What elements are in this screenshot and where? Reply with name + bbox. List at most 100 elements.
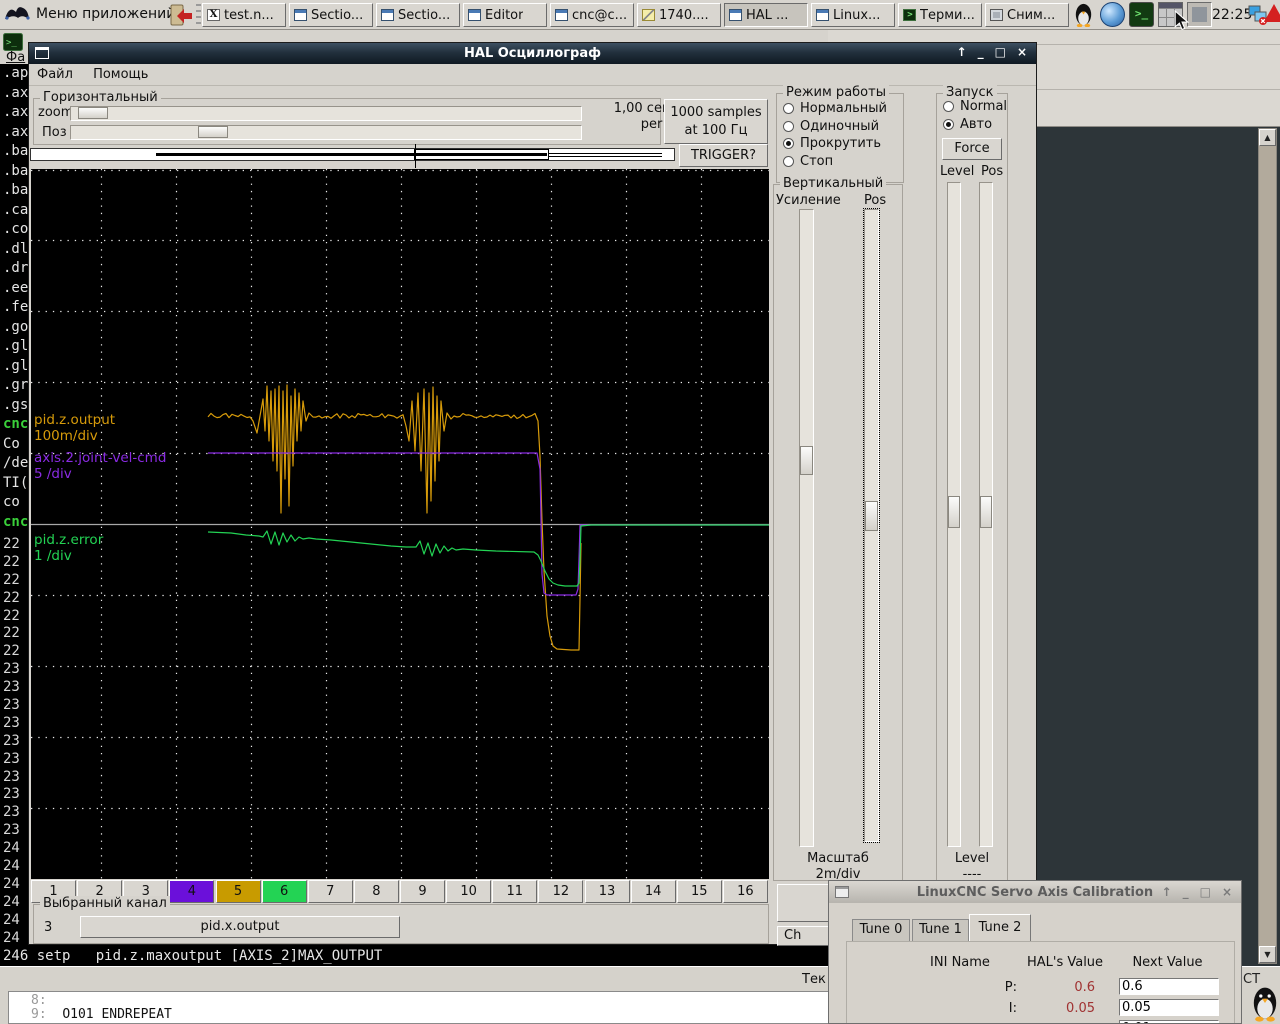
- channel-button-5[interactable]: 5: [215, 880, 261, 903]
- taskbar-window-button[interactable]: Сним...: [985, 3, 1069, 27]
- terminal-line-number: 23: [3, 750, 20, 767]
- close-icon[interactable]: ×: [1017, 45, 1027, 59]
- trigger-level-slider[interactable]: [947, 182, 961, 847]
- channel-button-13[interactable]: 13: [584, 880, 630, 903]
- radio-option[interactable]: Стоп: [783, 153, 833, 170]
- scope-titlebar[interactable]: HAL Осциллограф ↑ _ □ ×: [29, 43, 1036, 64]
- radio-option[interactable]: Нормальный: [783, 100, 887, 117]
- calibration-titlebar[interactable]: LinuxCNC Servo Axis Calibration ↑ _ □ ×: [829, 881, 1241, 903]
- horizontal-pos-slider[interactable]: [70, 125, 582, 140]
- view-window-box[interactable]: [414, 149, 549, 160]
- logout-icon[interactable]: [168, 3, 194, 27]
- shade-icon[interactable]: ↑: [957, 45, 967, 59]
- gcode-line: 8:: [31, 994, 62, 1008]
- trigger-pos-slider-handle[interactable]: [980, 496, 992, 528]
- scope-display[interactable]: pid.z.output 100m/div axis.2.joint-vel-cmd…: [31, 169, 769, 879]
- window-icon: [729, 9, 742, 21]
- trigger-pos-slider[interactable]: [979, 182, 993, 847]
- vertical-pos-slider[interactable]: [863, 208, 880, 843]
- zoom-slider[interactable]: [70, 106, 582, 121]
- taskbar-window-label: Editor: [485, 7, 524, 23]
- param-label: P:: [1004, 980, 1017, 995]
- svg-text:>_: >_: [6, 38, 17, 48]
- taskbar-window-button[interactable]: cnc@c...: [550, 3, 634, 27]
- horizontal-pos-slider-handle[interactable]: [198, 126, 228, 138]
- channel-button-15[interactable]: 15: [676, 880, 722, 903]
- tux-tray-icon[interactable]: [1071, 2, 1096, 27]
- selected-channel-source-button[interactable]: pid.x.output: [80, 916, 400, 938]
- channel-button-16[interactable]: 16: [722, 880, 768, 903]
- radio-option[interactable]: Normal: [943, 98, 1007, 115]
- applications-menu[interactable]: Меню приложений: [4, 2, 175, 26]
- gain-slider[interactable]: [799, 209, 814, 847]
- minimize-icon[interactable]: _: [1183, 885, 1189, 899]
- trigger-level-slider-handle[interactable]: [948, 496, 960, 528]
- selected-channel-group: Выбранный канал 3 pid.x.output: [33, 896, 769, 944]
- terminal-line-number: 23: [3, 661, 20, 678]
- channel-button-12[interactable]: 12: [538, 880, 584, 903]
- terminal-line-number: 22: [3, 536, 20, 552]
- minimize-icon[interactable]: _: [978, 45, 984, 59]
- taskbar-window-button[interactable]: Editor: [463, 3, 547, 27]
- force-button[interactable]: Force: [942, 138, 1002, 160]
- screen-tray-icon[interactable]: [1187, 2, 1212, 27]
- vertical-pos-slider-handle[interactable]: [865, 501, 878, 531]
- desktop: >_ Фа .ap .ax .ax .ax .ba .ba .ba .ca .co .dl .dr.…: [0, 0, 1280, 1024]
- terminal-line-number: 22: [3, 607, 20, 624]
- next-value-input[interactable]: [1119, 999, 1219, 1016]
- taskbar-window-button[interactable]: Sectio...: [376, 3, 460, 27]
- taskbar-window-label: Linux...: [833, 7, 881, 23]
- trigger-button[interactable]: TRIGGER?: [679, 144, 768, 167]
- taskbar-window-button[interactable]: test.n...: [202, 3, 286, 27]
- tux-desktop-icon[interactable]: [1251, 983, 1279, 1023]
- channel-button-9[interactable]: 9: [400, 880, 445, 903]
- channel-button-8[interactable]: 8: [353, 880, 399, 903]
- trigger-position-bar[interactable]: [30, 148, 675, 161]
- scroll-up-icon[interactable]: ▲: [1259, 129, 1276, 146]
- channel-button-6[interactable]: 6: [261, 880, 307, 903]
- taskbar-window-button[interactable]: HAL ...: [724, 3, 808, 27]
- tab-tune-1[interactable]: Tune 1: [912, 919, 969, 941]
- menu-help[interactable]: Помощь: [85, 64, 156, 85]
- radio-option[interactable]: Одиночный: [783, 118, 879, 135]
- channel-button-4[interactable]: 4: [169, 880, 215, 903]
- close-icon[interactable]: ×: [1222, 885, 1232, 899]
- panel-grip[interactable]: [196, 4, 201, 26]
- maximize-icon[interactable]: □: [1200, 885, 1211, 899]
- taskbar-window-button[interactable]: Sectio...: [289, 3, 373, 27]
- tab-tune-0[interactable]: Tune 0: [852, 919, 910, 941]
- radio-icon: [943, 118, 954, 130]
- radio-option[interactable]: Прокрутить: [783, 135, 881, 152]
- channel-button-14[interactable]: 14: [630, 880, 676, 903]
- vertical-pos-label: Pos: [864, 193, 887, 208]
- trigger-level-label: Level: [940, 164, 975, 179]
- globe-tray-icon[interactable]: [1100, 2, 1125, 27]
- gain-slider-handle[interactable]: [800, 446, 813, 475]
- window-icon: [294, 9, 307, 21]
- radio-option[interactable]: Авто: [943, 116, 992, 133]
- samples-button[interactable]: 1000 samples at 100 Гц: [664, 99, 768, 144]
- channel-button-11[interactable]: 11: [492, 880, 538, 903]
- terminal-menu-file[interactable]: Фа: [6, 50, 25, 65]
- terminal-last-line: 246 setp pid.z.maxoutput [AXIS_2]MAX_OUT…: [0, 947, 382, 965]
- maximize-icon[interactable]: □: [995, 45, 1006, 59]
- channel-button-7[interactable]: 7: [307, 880, 353, 903]
- shade-icon[interactable]: ↑: [1162, 885, 1172, 899]
- terminal-last-line-text: setp pid.z.maxoutput [AXIS_2]MAX_OUTPUT: [28, 948, 383, 964]
- editor-scrollbar[interactable]: ▲ ▼: [1258, 128, 1277, 964]
- menu-file[interactable]: Файл: [29, 64, 81, 85]
- scroll-down-icon[interactable]: ▼: [1259, 946, 1276, 963]
- tab-tune-2[interactable]: Tune 2: [969, 914, 1031, 941]
- next-value-input[interactable]: [1119, 978, 1219, 995]
- warning-icon[interactable]: [1264, 4, 1280, 22]
- zoom-slider-handle[interactable]: [78, 107, 108, 119]
- taskbar-window-button[interactable]: Linux...: [811, 3, 895, 27]
- channel-button-10[interactable]: 10: [446, 880, 492, 903]
- trigger-position-marker[interactable]: [415, 144, 416, 168]
- mouse-cursor: [1174, 10, 1189, 31]
- taskbar-window-button[interactable]: Терми...: [898, 3, 982, 27]
- terminal-tray-icon[interactable]: >_: [1129, 2, 1154, 27]
- taskbar-window-button[interactable]: 1740....: [637, 3, 721, 27]
- radio-icon: [783, 138, 794, 149]
- next-value-input[interactable]: [1119, 1020, 1219, 1023]
